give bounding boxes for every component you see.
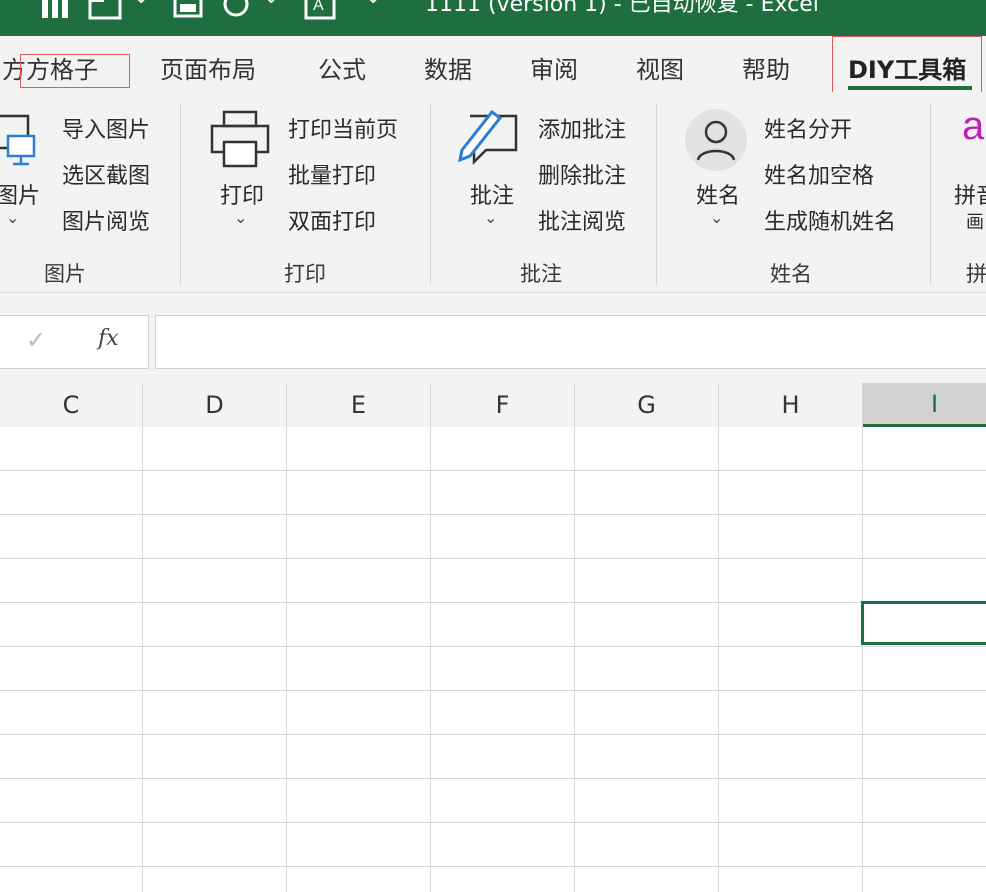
tab-review[interactable]: 审阅 <box>530 50 578 85</box>
delete-comment-button[interactable]: 删除批注 <box>538 158 626 190</box>
print-current-page-button[interactable]: 打印当前页 <box>288 112 398 144</box>
title-bar: ⌄ ⌄ A ⌄ 1111 (version 1) - 已自动恢复 - Excel <box>0 0 986 36</box>
picture-icon[interactable] <box>0 114 50 174</box>
text-box-icon[interactable]: A <box>302 0 338 22</box>
confirm-entry-button[interactable]: ✓ <box>26 326 46 354</box>
column-header-h[interactable]: H <box>719 383 863 427</box>
gridline <box>0 690 986 691</box>
window-title: 1111 (version 1) - 已自动恢复 - Excel <box>425 0 819 17</box>
column-header-i[interactable]: I <box>863 383 986 427</box>
group-label-comment: 批注 <box>520 262 562 286</box>
printer-icon[interactable] <box>210 110 270 170</box>
gridline <box>0 646 986 647</box>
picture-button-label[interactable]: 图片 <box>0 178 40 210</box>
group-divider <box>656 104 657 284</box>
comment-pencil-icon[interactable] <box>456 106 520 170</box>
column-header-g[interactable]: G <box>575 383 719 427</box>
chevron-down-icon[interactable]: ⌄ <box>6 208 19 227</box>
group-divider <box>180 104 181 284</box>
chevron-down-icon[interactable]: ⌄ <box>484 208 497 227</box>
pinyin-icon[interactable]: a <box>962 104 984 149</box>
gridline <box>0 558 986 559</box>
chevron-down-icon[interactable]: ⌄ <box>132 0 150 9</box>
ribbon: 图片 ⌄ 导入图片 选区截图 图片阅览 图片 打印 ⌄ 打印当前页 批量打印 双… <box>0 92 986 293</box>
cell-grid[interactable] <box>0 427 986 892</box>
person-avatar-icon[interactable] <box>684 108 748 172</box>
column-headers: C D E F G H I <box>0 383 986 428</box>
group-label-print: 打印 <box>284 262 326 286</box>
tab-help[interactable]: 帮助 <box>742 50 790 85</box>
comment-viewer-button[interactable]: 批注阅览 <box>538 204 626 236</box>
column-header-c[interactable]: C <box>0 383 143 427</box>
chevron-down-icon[interactable]: ⌄ <box>710 208 723 227</box>
shapes-icon[interactable] <box>222 0 256 22</box>
pinyin-button-sublabel[interactable]: 画 <box>966 208 984 234</box>
gridline <box>0 822 986 823</box>
chevron-down-icon[interactable]: ⌄ <box>234 208 247 227</box>
split-name-button[interactable]: 姓名分开 <box>764 112 852 144</box>
gridline <box>0 470 986 471</box>
formula-bar: ✓ fx <box>0 293 986 383</box>
tab-view[interactable]: 视图 <box>636 50 684 85</box>
print-button-label[interactable]: 打印 <box>220 178 264 210</box>
svg-text:A: A <box>313 0 324 14</box>
group-label-name: 姓名 <box>770 262 812 286</box>
group-label-pinyin: 拼 <box>966 262 986 286</box>
tab-formulas[interactable]: 公式 <box>318 50 366 85</box>
group-divider <box>430 104 431 284</box>
group-divider <box>930 104 931 284</box>
pinyin-button-label[interactable]: 拼音 <box>954 178 986 210</box>
duplex-print-button[interactable]: 双面打印 <box>288 204 376 236</box>
annotation-highlight-box <box>20 54 130 88</box>
active-cell-selection[interactable] <box>861 601 986 645</box>
tab-page-layout[interactable]: 页面布局 <box>160 50 256 85</box>
gridline <box>0 514 986 515</box>
table-icon[interactable] <box>88 0 128 22</box>
group-label-picture: 图片 <box>44 262 86 286</box>
comment-button-label[interactable]: 批注 <box>470 178 514 210</box>
bar-chart-icon[interactable] <box>38 0 74 22</box>
customize-toolbar-chevron-icon[interactable]: ⌄ <box>364 0 382 9</box>
random-name-button[interactable]: 生成随机姓名 <box>764 204 896 236</box>
gridline <box>0 778 986 779</box>
picture-viewer-button[interactable]: 图片阅览 <box>62 204 150 236</box>
tab-data[interactable]: 数据 <box>424 50 472 85</box>
column-header-d[interactable]: D <box>143 383 287 427</box>
name-add-space-button[interactable]: 姓名加空格 <box>764 158 874 190</box>
selection-screenshot-button[interactable]: 选区截图 <box>62 158 150 190</box>
column-header-e[interactable]: E <box>287 383 431 427</box>
formula-input[interactable] <box>155 315 986 369</box>
print-preview-icon[interactable] <box>172 0 204 22</box>
formula-buttons: ✓ fx <box>0 315 149 369</box>
gridline <box>0 866 986 867</box>
gridline <box>0 734 986 735</box>
name-button-label[interactable]: 姓名 <box>696 178 740 210</box>
column-header-f[interactable]: F <box>431 383 575 427</box>
add-comment-button[interactable]: 添加批注 <box>538 112 626 144</box>
chevron-down-icon[interactable]: ⌄ <box>262 0 280 9</box>
gridline <box>0 602 986 603</box>
insert-function-button[interactable]: fx <box>98 326 119 351</box>
batch-print-button[interactable]: 批量打印 <box>288 158 376 190</box>
import-picture-button[interactable]: 导入图片 <box>62 112 150 144</box>
ribbon-tabs: 方方格子 页面布局 公式 数据 审阅 视图 帮助 DIY工具箱 <box>0 36 986 128</box>
